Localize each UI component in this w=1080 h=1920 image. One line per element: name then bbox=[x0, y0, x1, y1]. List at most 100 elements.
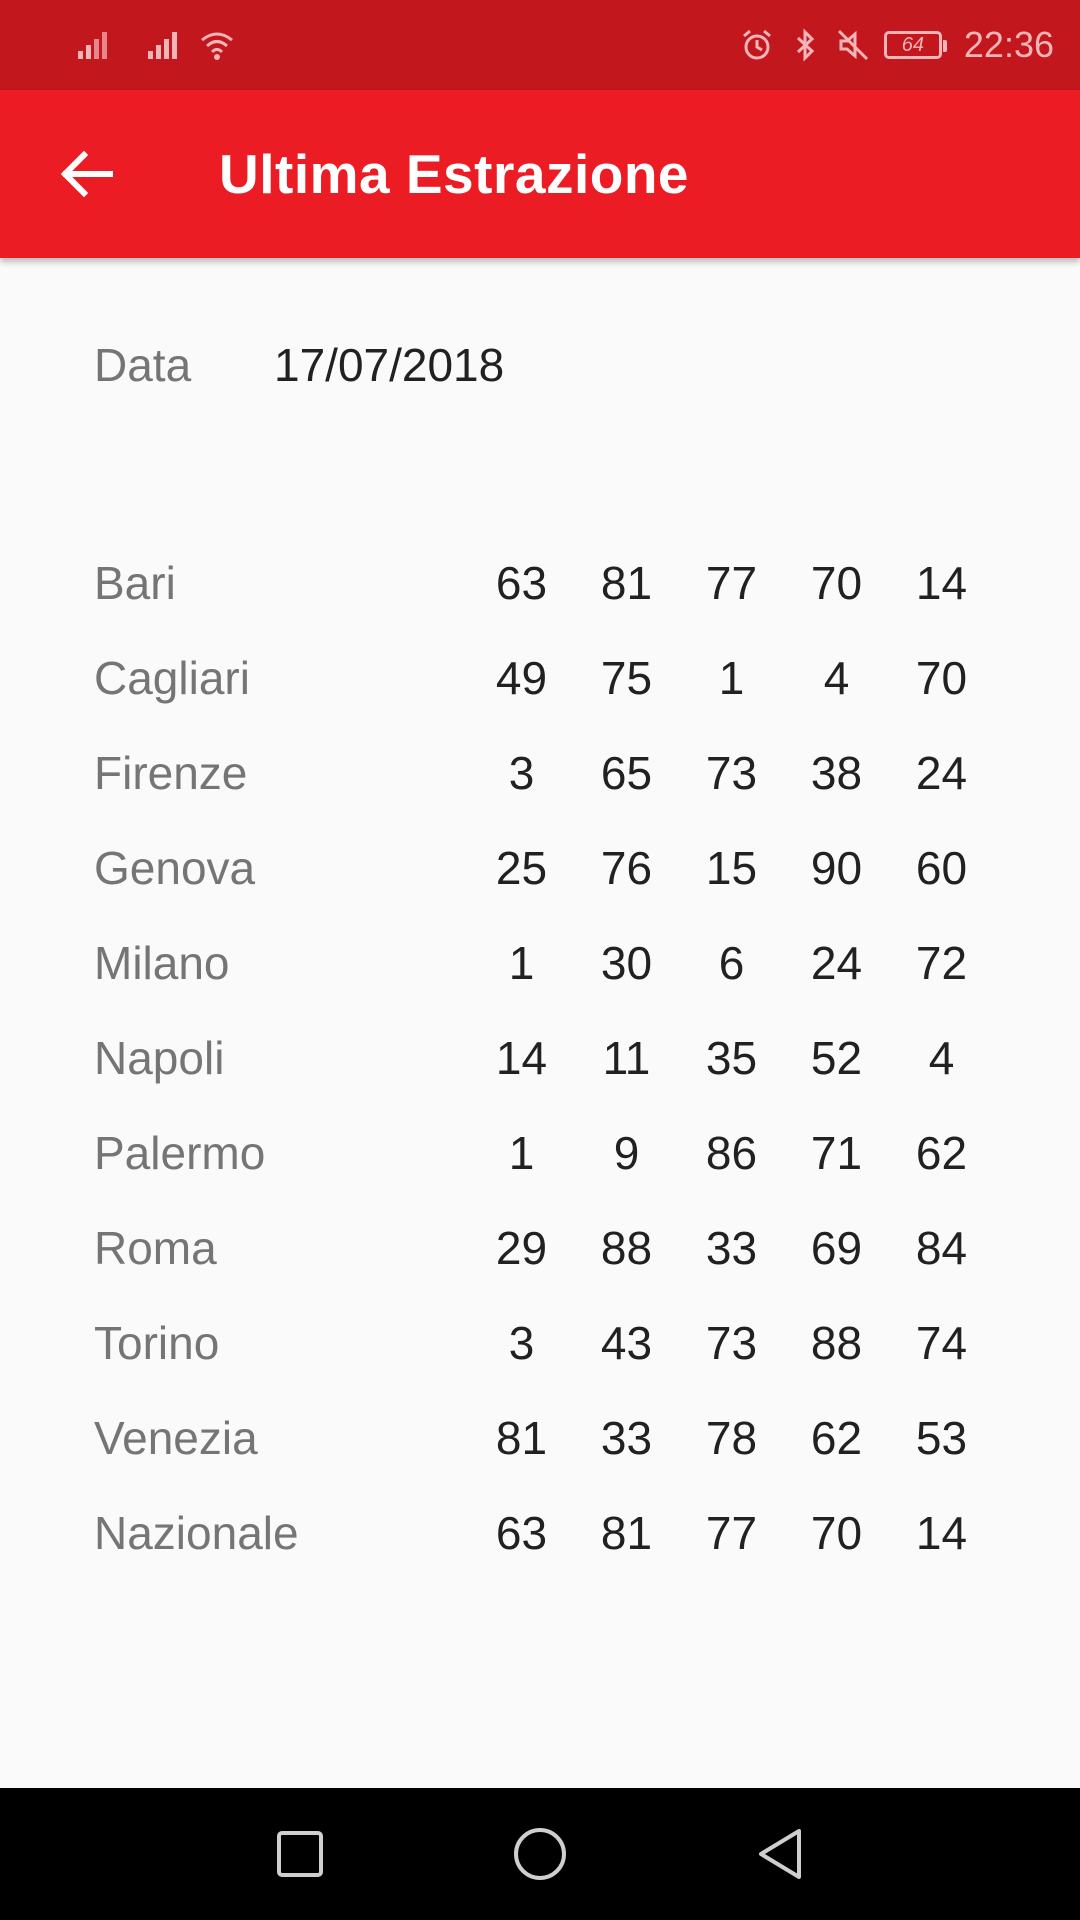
number-cell: 72 bbox=[915, 936, 968, 989]
number-cell: 15 bbox=[705, 841, 758, 894]
number-cell: 4 bbox=[823, 651, 850, 704]
status-right: 64 22:36 bbox=[740, 24, 1054, 66]
number-cell: 74 bbox=[915, 1316, 968, 1369]
city-name: Venezia bbox=[94, 1411, 258, 1464]
number-cell: 84 bbox=[915, 1221, 968, 1274]
number-cell: 24 bbox=[810, 936, 863, 989]
date-label: Data bbox=[94, 339, 192, 391]
arrow-back-icon bbox=[60, 150, 113, 198]
number-cell: 24 bbox=[915, 746, 968, 799]
number-cell: 43 bbox=[600, 1316, 653, 1369]
date-value: 17/07/2018 bbox=[274, 339, 505, 391]
number-cell: 11 bbox=[602, 1031, 651, 1084]
page-title: Ultima Estrazione bbox=[219, 143, 690, 205]
bluetooth-icon bbox=[796, 28, 815, 62]
number-cell: 3 bbox=[508, 746, 535, 799]
number-cell: 1 bbox=[718, 651, 745, 704]
city-name: Cagliari bbox=[94, 651, 250, 704]
app-bar: Ultima Estrazione bbox=[0, 90, 1080, 258]
number-cell: 62 bbox=[915, 1126, 968, 1179]
battery-indicator: 64 bbox=[883, 31, 947, 59]
table-row: Napoli 14 11 35 52 4 bbox=[94, 1010, 994, 1105]
signal-1-icon bbox=[78, 32, 107, 59]
number-cell: 81 bbox=[600, 1506, 653, 1559]
number-cell: 81 bbox=[600, 556, 653, 609]
table-row: Palermo 1 9 86 71 62 bbox=[94, 1105, 994, 1200]
signal-2-icon bbox=[148, 32, 177, 59]
number-cell: 25 bbox=[495, 841, 548, 894]
table-row: Milano 1 30 6 24 72 bbox=[94, 915, 994, 1010]
city-name: Torino bbox=[94, 1316, 220, 1369]
mute-icon bbox=[837, 29, 868, 61]
table-row: Firenze 3 65 73 38 24 bbox=[94, 725, 994, 820]
table-row: Bari 63 81 77 70 14 bbox=[94, 535, 994, 630]
city-name: Bari bbox=[94, 556, 176, 609]
table-row: Venezia 81 33 78 62 53 bbox=[94, 1390, 994, 1485]
square-icon bbox=[277, 1831, 323, 1877]
number-cell: 53 bbox=[915, 1411, 968, 1464]
city-name: Palermo bbox=[94, 1126, 266, 1179]
number-cell: 30 bbox=[600, 936, 653, 989]
wifi-icon bbox=[201, 32, 233, 60]
number-cell: 38 bbox=[810, 746, 863, 799]
circle-icon bbox=[514, 1828, 566, 1880]
number-cell: 86 bbox=[705, 1126, 758, 1179]
home-button[interactable] bbox=[480, 1794, 600, 1914]
city-name: Nazionale bbox=[94, 1506, 299, 1559]
triangle-icon bbox=[759, 1829, 801, 1879]
number-cell: 1 bbox=[508, 936, 535, 989]
number-cell: 70 bbox=[915, 651, 968, 704]
number-cell: 29 bbox=[495, 1221, 548, 1274]
number-cell: 65 bbox=[600, 746, 653, 799]
number-cell: 35 bbox=[705, 1031, 758, 1084]
number-cell: 49 bbox=[495, 651, 548, 704]
city-name: Genova bbox=[94, 841, 256, 894]
number-cell: 14 bbox=[495, 1031, 548, 1084]
date-row: Data 17/07/2018 bbox=[94, 338, 504, 392]
table-row: Nazionale 63 81 77 70 14 bbox=[94, 1485, 994, 1580]
number-cell: 52 bbox=[810, 1031, 863, 1084]
number-cell: 77 bbox=[705, 556, 758, 609]
number-cell: 33 bbox=[600, 1411, 653, 1464]
number-cell: 71 bbox=[810, 1126, 863, 1179]
results-table: Bari 63 81 77 70 14 Cagliari 49 75 1 4 7… bbox=[94, 535, 994, 1580]
number-cell: 9 bbox=[613, 1126, 640, 1179]
recents-button[interactable] bbox=[240, 1794, 360, 1914]
status-bar: 64 22:36 bbox=[0, 0, 1080, 90]
number-cell: 14 bbox=[915, 1506, 968, 1559]
number-cell: 14 bbox=[915, 556, 968, 609]
table-row: Roma 29 88 33 69 84 bbox=[94, 1200, 994, 1295]
number-cell: 88 bbox=[600, 1221, 653, 1274]
city-name: Napoli bbox=[94, 1031, 225, 1084]
number-cell: 1 bbox=[508, 1126, 535, 1179]
number-cell: 88 bbox=[810, 1316, 863, 1369]
number-cell: 70 bbox=[810, 556, 863, 609]
number-cell: 63 bbox=[495, 556, 548, 609]
number-cell: 6 bbox=[718, 936, 745, 989]
number-cell: 62 bbox=[810, 1411, 863, 1464]
number-cell: 70 bbox=[810, 1506, 863, 1559]
city-name: Firenze bbox=[94, 746, 248, 799]
number-cell: 75 bbox=[600, 651, 653, 704]
status-time: 22:36 bbox=[963, 24, 1054, 65]
number-cell: 63 bbox=[495, 1506, 548, 1559]
number-cell: 81 bbox=[495, 1411, 548, 1464]
number-cell: 78 bbox=[705, 1411, 758, 1464]
number-cell: 4 bbox=[928, 1031, 955, 1084]
table-row: Torino 3 43 73 88 74 bbox=[94, 1295, 994, 1390]
number-cell: 33 bbox=[705, 1221, 758, 1274]
number-cell: 73 bbox=[705, 1316, 758, 1369]
number-cell: 69 bbox=[810, 1221, 863, 1274]
number-cell: 60 bbox=[915, 841, 968, 894]
number-cell: 77 bbox=[705, 1506, 758, 1559]
back-button[interactable] bbox=[27, 114, 147, 234]
alarm-icon bbox=[742, 29, 771, 60]
nav-back-button[interactable] bbox=[720, 1794, 840, 1914]
navigation-bar bbox=[0, 1788, 1080, 1920]
number-cell: 76 bbox=[600, 841, 653, 894]
city-name: Milano bbox=[94, 936, 230, 989]
table-row: Genova 25 76 15 90 60 bbox=[94, 820, 994, 915]
status-left bbox=[76, 28, 234, 62]
number-cell: 73 bbox=[705, 746, 758, 799]
city-name: Roma bbox=[94, 1221, 217, 1274]
